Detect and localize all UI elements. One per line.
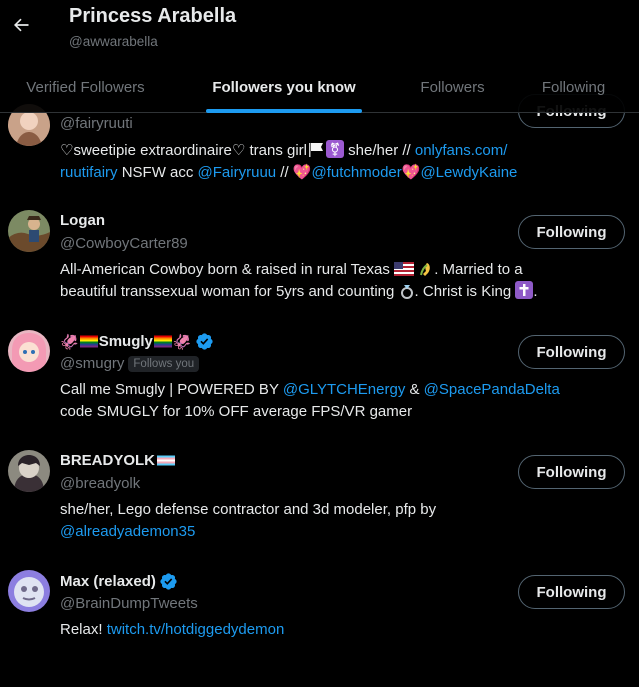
mention-link[interactable]: @GLYTCHEnergy xyxy=(283,381,405,398)
avatar[interactable] xyxy=(8,330,50,372)
user-row[interactable]: 🦑 Smugly 🦑 @smugry Follows you Following Ca… xyxy=(0,318,639,438)
user-handle[interactable]: @CowboyCarter89 xyxy=(60,235,188,252)
following-button[interactable]: Following xyxy=(518,455,625,489)
page-title: Princess Arabella xyxy=(69,5,237,27)
user-display-name[interactable]: 🦑 Smugly 🦑 xyxy=(60,332,214,351)
user-row[interactable]: Logan @CowboyCarter89 Following All-Amer… xyxy=(0,198,639,318)
back-arrow-icon xyxy=(14,18,29,32)
user-handle[interactable]: @fairyruuti xyxy=(60,115,133,132)
bio-link[interactable]: twitch.tv/hotdiggedydemon xyxy=(107,621,285,638)
avatar[interactable] xyxy=(8,450,50,492)
svg-text:⚧: ⚧ xyxy=(330,142,341,158)
mention-link[interactable]: @LewdyKaine xyxy=(420,164,517,181)
verified-badge-icon xyxy=(195,332,214,351)
user-handle[interactable]: @smugry Follows you xyxy=(60,355,200,372)
user-bio: she/her, Lego defense contractor and 3d … xyxy=(60,501,437,540)
squid-icon: 🦑 xyxy=(60,333,79,351)
tab-verified-followers[interactable]: Verified Followers xyxy=(0,62,171,113)
user-display-name[interactable]: Logan xyxy=(60,212,105,229)
tab-following[interactable]: Following xyxy=(508,62,639,113)
heart-ribbon-icon: 💖 xyxy=(292,164,312,181)
heart-ribbon-icon: 💖 xyxy=(401,164,421,181)
tab-followers[interactable]: Followers xyxy=(397,62,508,113)
user-bio: ♡sweetipie extraordinaire♡ trans girl ⚧ s… xyxy=(60,140,620,184)
bio-link[interactable]: ruutifairy xyxy=(60,164,118,181)
tab-bar: Verified Followers Followers you know Fo… xyxy=(0,62,639,113)
us-flag-icon xyxy=(394,262,415,276)
following-button[interactable]: Following xyxy=(518,575,625,609)
user-bio: Call me Smugly | POWERED BY @GLYTCHEnerg… xyxy=(60,381,560,420)
user-handle[interactable]: @BrainDumpTweets xyxy=(60,595,198,612)
trans-flag-icon xyxy=(157,455,176,466)
white-flag-icon xyxy=(309,143,323,157)
transgender-symbol-icon: ⚧ xyxy=(326,140,344,158)
verified-badge-icon xyxy=(159,572,178,591)
cross-icon xyxy=(515,281,534,299)
header: Princess Arabella @awwarabella Verified … xyxy=(0,0,639,113)
rainbow-flag-icon xyxy=(79,335,98,348)
mention-link[interactable]: @SpacePandaDelta xyxy=(424,381,560,398)
corn-icon xyxy=(420,263,431,276)
mention-link[interactable]: @futchmoder xyxy=(312,164,402,181)
squid-icon: 🦑 xyxy=(172,333,192,351)
avatar[interactable] xyxy=(8,210,50,252)
mention-link[interactable]: @Fairyruuu xyxy=(198,164,277,181)
back-button[interactable] xyxy=(4,8,38,42)
page-handle: @awwarabella xyxy=(69,34,158,49)
user-bio: All-American Cowboy born & raised in rur… xyxy=(60,261,538,300)
user-bio: Relax! twitch.tv/hotdiggedydemon xyxy=(60,621,285,638)
user-row[interactable]: BREADYOLK @breadyolk Following she/her, … xyxy=(0,438,639,558)
user-row[interactable]: Max (relaxed) @BrainDumpTweets Following… xyxy=(0,558,639,668)
user-handle[interactable]: @breadyolk xyxy=(60,475,140,492)
user-display-name[interactable]: Max (relaxed) xyxy=(60,572,178,591)
tab-followers-you-know[interactable]: Followers you know xyxy=(171,62,397,113)
following-button[interactable]: Following xyxy=(518,215,625,249)
active-tab-indicator xyxy=(206,109,362,113)
mention-link[interactable]: @alreadyademon35 xyxy=(60,523,195,540)
user-display-name[interactable]: BREADYOLK xyxy=(60,452,176,469)
ring-icon xyxy=(400,285,413,299)
bio-link[interactable]: onlyfans.com/ xyxy=(415,142,508,159)
follows-you-badge: Follows you xyxy=(128,355,200,372)
rainbow-flag-icon xyxy=(153,335,172,348)
following-button[interactable]: Following xyxy=(518,335,625,369)
avatar[interactable] xyxy=(8,570,50,612)
